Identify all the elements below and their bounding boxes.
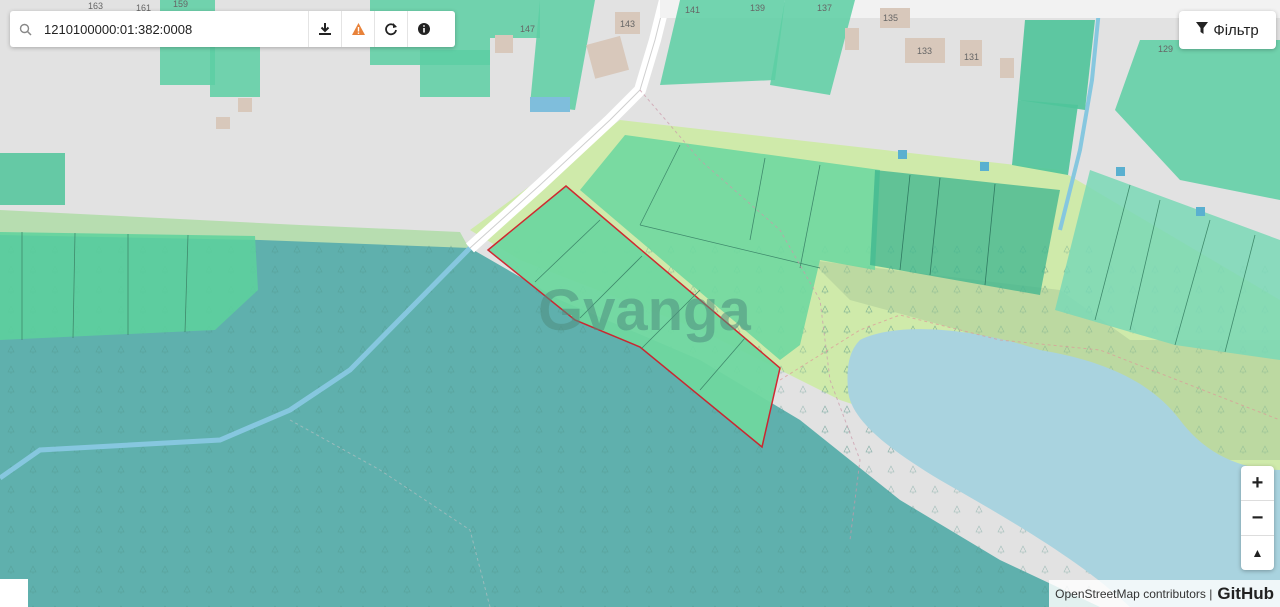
left-parcels <box>0 232 258 340</box>
info-button[interactable] <box>407 11 440 47</box>
house-number: 141 <box>685 5 700 15</box>
osm-attribution-link[interactable]: OpenStreetMap contributors | <box>1055 587 1212 601</box>
house-number: 137 <box>817 3 832 13</box>
reset-north-button[interactable]: ▲ <box>1241 536 1274 570</box>
corner-panel <box>0 579 28 607</box>
refresh-icon <box>384 22 398 36</box>
zoom-in-button[interactable]: + <box>1241 466 1274 501</box>
attribution: OpenStreetMap contributors | GitHub <box>1049 580 1280 607</box>
filter-button[interactable]: Фільтр <box>1179 11 1276 49</box>
house-number: 159 <box>173 0 188 9</box>
zoom-control: + − ▲ <box>1241 466 1274 570</box>
house-number: 133 <box>917 46 932 56</box>
refresh-button[interactable] <box>374 11 407 47</box>
download-icon <box>318 22 332 36</box>
search-bar <box>10 11 455 47</box>
github-link[interactable]: GitHub <box>1217 584 1274 604</box>
download-button[interactable] <box>308 11 341 47</box>
watermark: Gvanga <box>538 278 751 343</box>
info-icon <box>417 22 431 36</box>
house-number: 147 <box>520 24 535 34</box>
house-number: 135 <box>883 13 898 23</box>
zoom-out-button[interactable]: − <box>1241 501 1274 536</box>
filter-label: Фільтр <box>1213 21 1259 39</box>
house-number: 163 <box>88 1 103 11</box>
map-canvas[interactable]: 163 161 159 147 143 141 139 137 135 133 … <box>0 0 1280 607</box>
search-icon <box>10 23 40 36</box>
house-number: 131 <box>964 52 979 62</box>
house-number: 129 <box>1158 44 1173 54</box>
filter-icon <box>1196 21 1209 39</box>
warning-button[interactable] <box>341 11 374 47</box>
search-input[interactable] <box>40 21 308 37</box>
house-number: 139 <box>750 3 765 13</box>
warning-icon <box>351 22 366 36</box>
house-number: 143 <box>620 19 635 29</box>
